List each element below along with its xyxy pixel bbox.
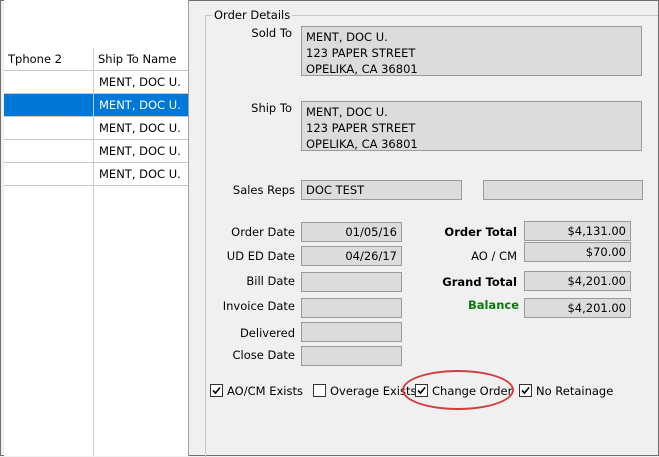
no-retainage-checkbox[interactable]: No Retainage [519, 383, 613, 399]
ship-to-line-2: 123 PAPER STREET [306, 121, 416, 135]
bill-date-field[interactable] [301, 272, 402, 292]
sales-rep-field-1[interactable]: DOC TEST [301, 180, 462, 200]
column-header-tphone2[interactable]: Tphone 2 [4, 48, 93, 70]
sold-to-field[interactable]: MENT, DOC U. 123 PAPER STREET OPELIKA, C… [301, 26, 642, 76]
checkbox-checked-icon[interactable] [210, 384, 223, 397]
grid-header: Tphone 2 Ship To Name [4, 48, 188, 71]
ship-to-name-cell: MENT, DOC U. [99, 75, 181, 89]
tphone2-cell [4, 117, 93, 139]
grand-total-label: Grand Total [442, 275, 517, 289]
invoice-date-label: Invoice Date [222, 299, 295, 313]
balance-field[interactable]: $4,201.00 [524, 298, 631, 318]
ao-cm-field[interactable]: $70.00 [524, 242, 631, 262]
sold-to-line-2: 123 PAPER STREET [306, 46, 416, 60]
sold-to-line-3: OPELIKA, CA 36801 [306, 62, 418, 76]
ship-to-field[interactable]: MENT, DOC U. 123 PAPER STREET OPELIKA, C… [301, 101, 642, 151]
ud-ed-date-label: UD ED Date [226, 249, 295, 263]
order-date-field[interactable]: 01/05/16 [301, 222, 402, 242]
sales-rep-field-2[interactable] [483, 180, 643, 200]
delivered-field[interactable] [301, 322, 402, 342]
tphone2-cell [4, 163, 93, 185]
close-date-field[interactable] [301, 346, 402, 366]
ship-to-name-cell: MENT, DOC U. [99, 167, 181, 181]
table-row[interactable]: MENT, DOC U. [4, 117, 188, 140]
no-retainage-label: No Retainage [536, 384, 614, 398]
ship-to-label: Ship To [251, 101, 292, 115]
grand-total-field[interactable]: $4,201.00 [524, 271, 631, 291]
orders-grid[interactable]: Tphone 2 Ship To Name MENT, DOC U. MENT,… [4, 0, 189, 456]
table-row[interactable]: MENT, DOC U. [4, 163, 188, 186]
bill-date-label: Bill Date [246, 274, 295, 288]
ship-to-line-3: OPELIKA, CA 36801 [306, 137, 418, 151]
ao-cm-exists-checkbox[interactable]: AO/CM Exists [210, 383, 303, 399]
table-row[interactable]: MENT, DOC U. [4, 71, 188, 94]
order-date-label: Order Date [231, 225, 295, 239]
ao-cm-exists-label: AO/CM Exists [227, 384, 303, 398]
ud-ed-date-field[interactable]: 04/26/17 [301, 246, 402, 266]
ship-to-name-cell: MENT, DOC U. [99, 121, 181, 135]
sales-reps-label: Sales Reps [232, 183, 295, 197]
overage-exists-checkbox[interactable]: Overage Exists [313, 383, 417, 399]
balance-label: Balance [467, 298, 519, 312]
sold-to-label: Sold To [251, 26, 292, 40]
order-details-title: Order Details [212, 8, 293, 22]
column-header-ship-to-name[interactable]: Ship To Name [94, 48, 188, 70]
tphone2-cell [4, 140, 93, 162]
checkbox-checked-icon[interactable] [519, 384, 532, 397]
ship-to-name-cell: MENT, DOC U. [99, 144, 181, 158]
close-date-label: Close Date [232, 348, 295, 362]
highlight-ring [402, 370, 514, 410]
order-total-field[interactable]: $4,131.00 [524, 221, 631, 241]
tphone2-cell [4, 71, 93, 93]
invoice-date-field[interactable] [301, 298, 402, 318]
ao-cm-label: AO / CM [471, 249, 517, 263]
tphone2-cell [4, 94, 93, 116]
ship-to-line-1: MENT, DOC U. [306, 105, 388, 119]
ship-to-name-cell: MENT, DOC U. [94, 94, 188, 116]
sold-to-line-1: MENT, DOC U. [306, 30, 388, 44]
delivered-label: Delivered [239, 326, 295, 340]
table-row[interactable]: MENT, DOC U. [4, 140, 188, 163]
checkbox-unchecked-icon[interactable] [313, 384, 326, 397]
column-divider [93, 48, 94, 456]
table-row-selected[interactable]: MENT, DOC U. [4, 94, 188, 117]
order-total-label: Order Total [444, 225, 517, 239]
